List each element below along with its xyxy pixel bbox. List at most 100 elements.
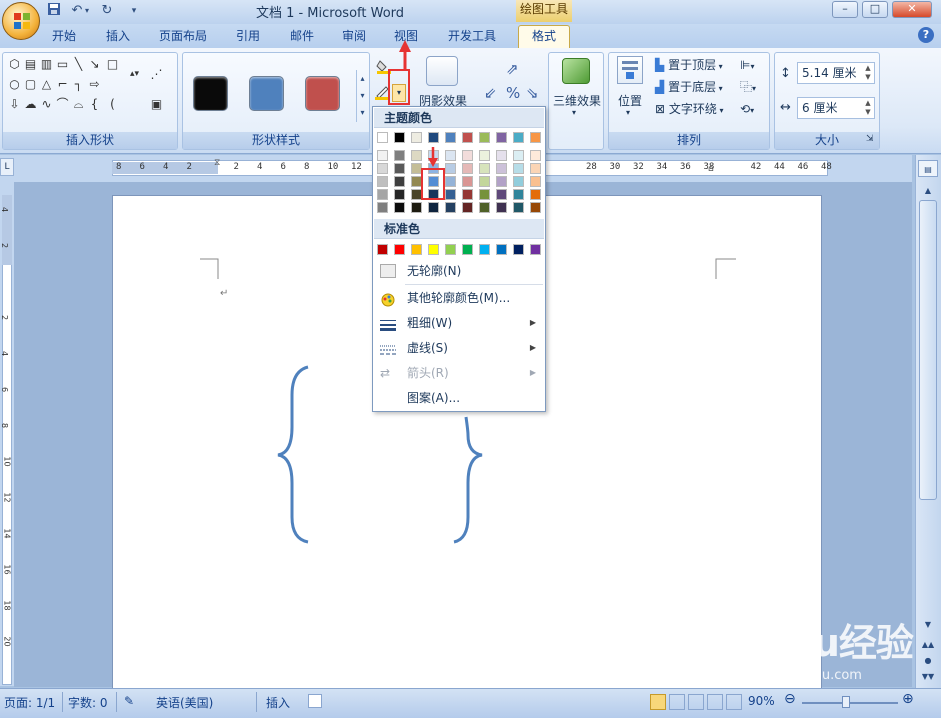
size-dialog-launcher-icon[interactable]: ⇲: [866, 134, 874, 144]
theme-color-swatch[interactable]: [411, 132, 422, 143]
standard-color-swatch[interactable]: [428, 244, 439, 255]
theme-shade-swatch[interactable]: [462, 163, 473, 174]
standard-color-swatch[interactable]: [394, 244, 405, 255]
shape-rectangle-icon[interactable]: □: [105, 57, 120, 72]
outline-view-icon[interactable]: [707, 694, 723, 710]
shape-arc-icon[interactable]: ⌒: [55, 97, 70, 112]
status-insert-mode[interactable]: 插入: [266, 694, 290, 711]
tab-review[interactable]: 审阅: [334, 26, 374, 48]
theme-color-swatch[interactable]: [394, 132, 405, 143]
theme-shade-swatch[interactable]: [496, 150, 507, 161]
theme-shade-swatch[interactable]: [479, 150, 490, 161]
draft-view-icon[interactable]: [726, 694, 742, 710]
browse-object-icon[interactable]: ●: [918, 652, 938, 669]
theme-shade-swatch[interactable]: [496, 189, 507, 200]
print-layout-view-icon[interactable]: [650, 694, 666, 710]
text-wrap-button[interactable]: ⊠ 文字环绕 ▾: [655, 99, 723, 119]
proofing-icon[interactable]: ✎: [124, 694, 134, 708]
maximize-button[interactable]: □: [862, 1, 888, 18]
standard-color-swatch[interactable]: [445, 244, 456, 255]
tab-selector-icon[interactable]: L: [0, 158, 14, 176]
theme-shade-swatch[interactable]: [530, 202, 541, 213]
theme-shade-swatch[interactable]: [394, 150, 405, 161]
right-indent-icon[interactable]: ⌂: [708, 164, 714, 174]
standard-color-swatch[interactable]: [530, 244, 541, 255]
tab-page-layout[interactable]: 页面布局: [150, 26, 216, 48]
standard-color-swatch[interactable]: [479, 244, 490, 255]
theme-shade-swatch[interactable]: [445, 202, 456, 213]
send-back-button[interactable]: ▟ 置于底层 ▾: [655, 77, 723, 97]
position-label[interactable]: 位置: [614, 92, 646, 109]
shape-triangle-icon[interactable]: △: [39, 77, 54, 92]
style-swatch-blue[interactable]: [249, 76, 284, 111]
status-page[interactable]: 页面: 1/1: [4, 694, 55, 711]
theme-shade-swatch[interactable]: [496, 176, 507, 187]
theme-shade-swatch[interactable]: [513, 150, 524, 161]
position-icon[interactable]: [617, 56, 643, 84]
theme-shade-swatch[interactable]: [462, 176, 473, 187]
theme-shade-swatch[interactable]: [479, 163, 490, 174]
shape-textbox-icon[interactable]: ▤: [23, 57, 38, 72]
customize-icon[interactable]: ▾: [125, 2, 143, 20]
theme-shade-swatch[interactable]: [513, 189, 524, 200]
standard-color-swatch[interactable]: [377, 244, 388, 255]
menu-pattern[interactable]: 图案(A)...: [374, 386, 544, 410]
shape-vtextbox-icon[interactable]: ▥: [39, 57, 54, 72]
three-d-effect-icon[interactable]: [562, 58, 590, 84]
standard-color-swatch[interactable]: [513, 244, 524, 255]
theme-shade-swatch[interactable]: [513, 163, 524, 174]
tab-references[interactable]: 引用: [228, 26, 268, 48]
shape-arrow-line-icon[interactable]: ↘: [87, 57, 102, 72]
position-dropdown-icon[interactable]: ▾: [626, 108, 630, 117]
theme-shade-swatch[interactable]: [377, 189, 388, 200]
prev-page-icon[interactable]: ▲▲: [918, 636, 938, 653]
shape-rect-icon[interactable]: ▭: [55, 57, 70, 72]
shape-scribble-icon[interactable]: ∿: [39, 97, 54, 112]
indent-marker-icon[interactable]: ⧖: [214, 158, 220, 168]
theme-shade-swatch[interactable]: [513, 176, 524, 187]
outline-dropdown-button[interactable]: ▾: [392, 84, 406, 102]
theme-color-swatch[interactable]: [462, 132, 473, 143]
shape-line-icon[interactable]: ╲: [71, 57, 86, 72]
menu-dashes[interactable]: 虚线(S) ▶: [374, 336, 544, 360]
theme-shade-swatch[interactable]: [479, 176, 490, 187]
styles-scroll[interactable]: ▴ ▾ ▾: [356, 70, 368, 122]
theme-shade-swatch[interactable]: [462, 150, 473, 161]
scroll-down-icon[interactable]: ▼: [918, 616, 938, 633]
minimize-button[interactable]: –: [832, 1, 858, 18]
shape-down-arrow-icon[interactable]: ⇩: [7, 97, 22, 112]
align-icon[interactable]: ⊫▾: [740, 55, 754, 75]
redo-icon[interactable]: ↻: [98, 2, 116, 20]
theme-shade-swatch[interactable]: [479, 189, 490, 200]
next-page-icon[interactable]: ▼▼: [918, 668, 938, 685]
width-input[interactable]: 6 厘米 ▲ ▼: [797, 97, 875, 119]
theme-shade-swatch[interactable]: [462, 189, 473, 200]
theme-color-swatch[interactable]: [513, 132, 524, 143]
shape-block-arrow-icon[interactable]: ⇨: [87, 77, 102, 92]
shape-rounded-rect-icon[interactable]: ▢: [23, 77, 38, 92]
theme-shade-swatch[interactable]: [377, 202, 388, 213]
theme-shade-swatch[interactable]: [513, 202, 524, 213]
zoom-level[interactable]: 90%: [748, 694, 775, 708]
right-brace-shape[interactable]: [453, 416, 483, 544]
zoom-out-icon[interactable]: ⊖: [784, 691, 796, 707]
shape-octagon-icon[interactable]: ⬡: [7, 57, 22, 72]
tab-home[interactable]: 开始: [42, 26, 86, 48]
standard-color-swatch[interactable]: [462, 244, 473, 255]
shapes-more-icon[interactable]: ▴▾: [127, 67, 142, 82]
style-swatch-black[interactable]: [193, 76, 228, 111]
theme-shade-swatch[interactable]: [428, 202, 439, 213]
rotate-icon[interactable]: ⟲▾: [740, 99, 754, 119]
zoom-slider-track[interactable]: [802, 702, 898, 704]
help-icon[interactable]: ?: [918, 27, 934, 43]
shadow-effect-icon[interactable]: [426, 56, 458, 86]
theme-color-swatch[interactable]: [479, 132, 490, 143]
theme-shade-swatch[interactable]: [445, 176, 456, 187]
height-spin-icon[interactable]: ▲ ▼: [864, 64, 872, 82]
theme-shade-swatch[interactable]: [394, 189, 405, 200]
shape-freeform-icon[interactable]: ☁: [23, 97, 38, 112]
menu-weight[interactable]: 粗细(W) ▶: [374, 311, 544, 335]
shape-curve-icon[interactable]: ⌓: [71, 97, 86, 112]
theme-shade-swatch[interactable]: [377, 163, 388, 174]
tab-mailings[interactable]: 邮件: [282, 26, 322, 48]
